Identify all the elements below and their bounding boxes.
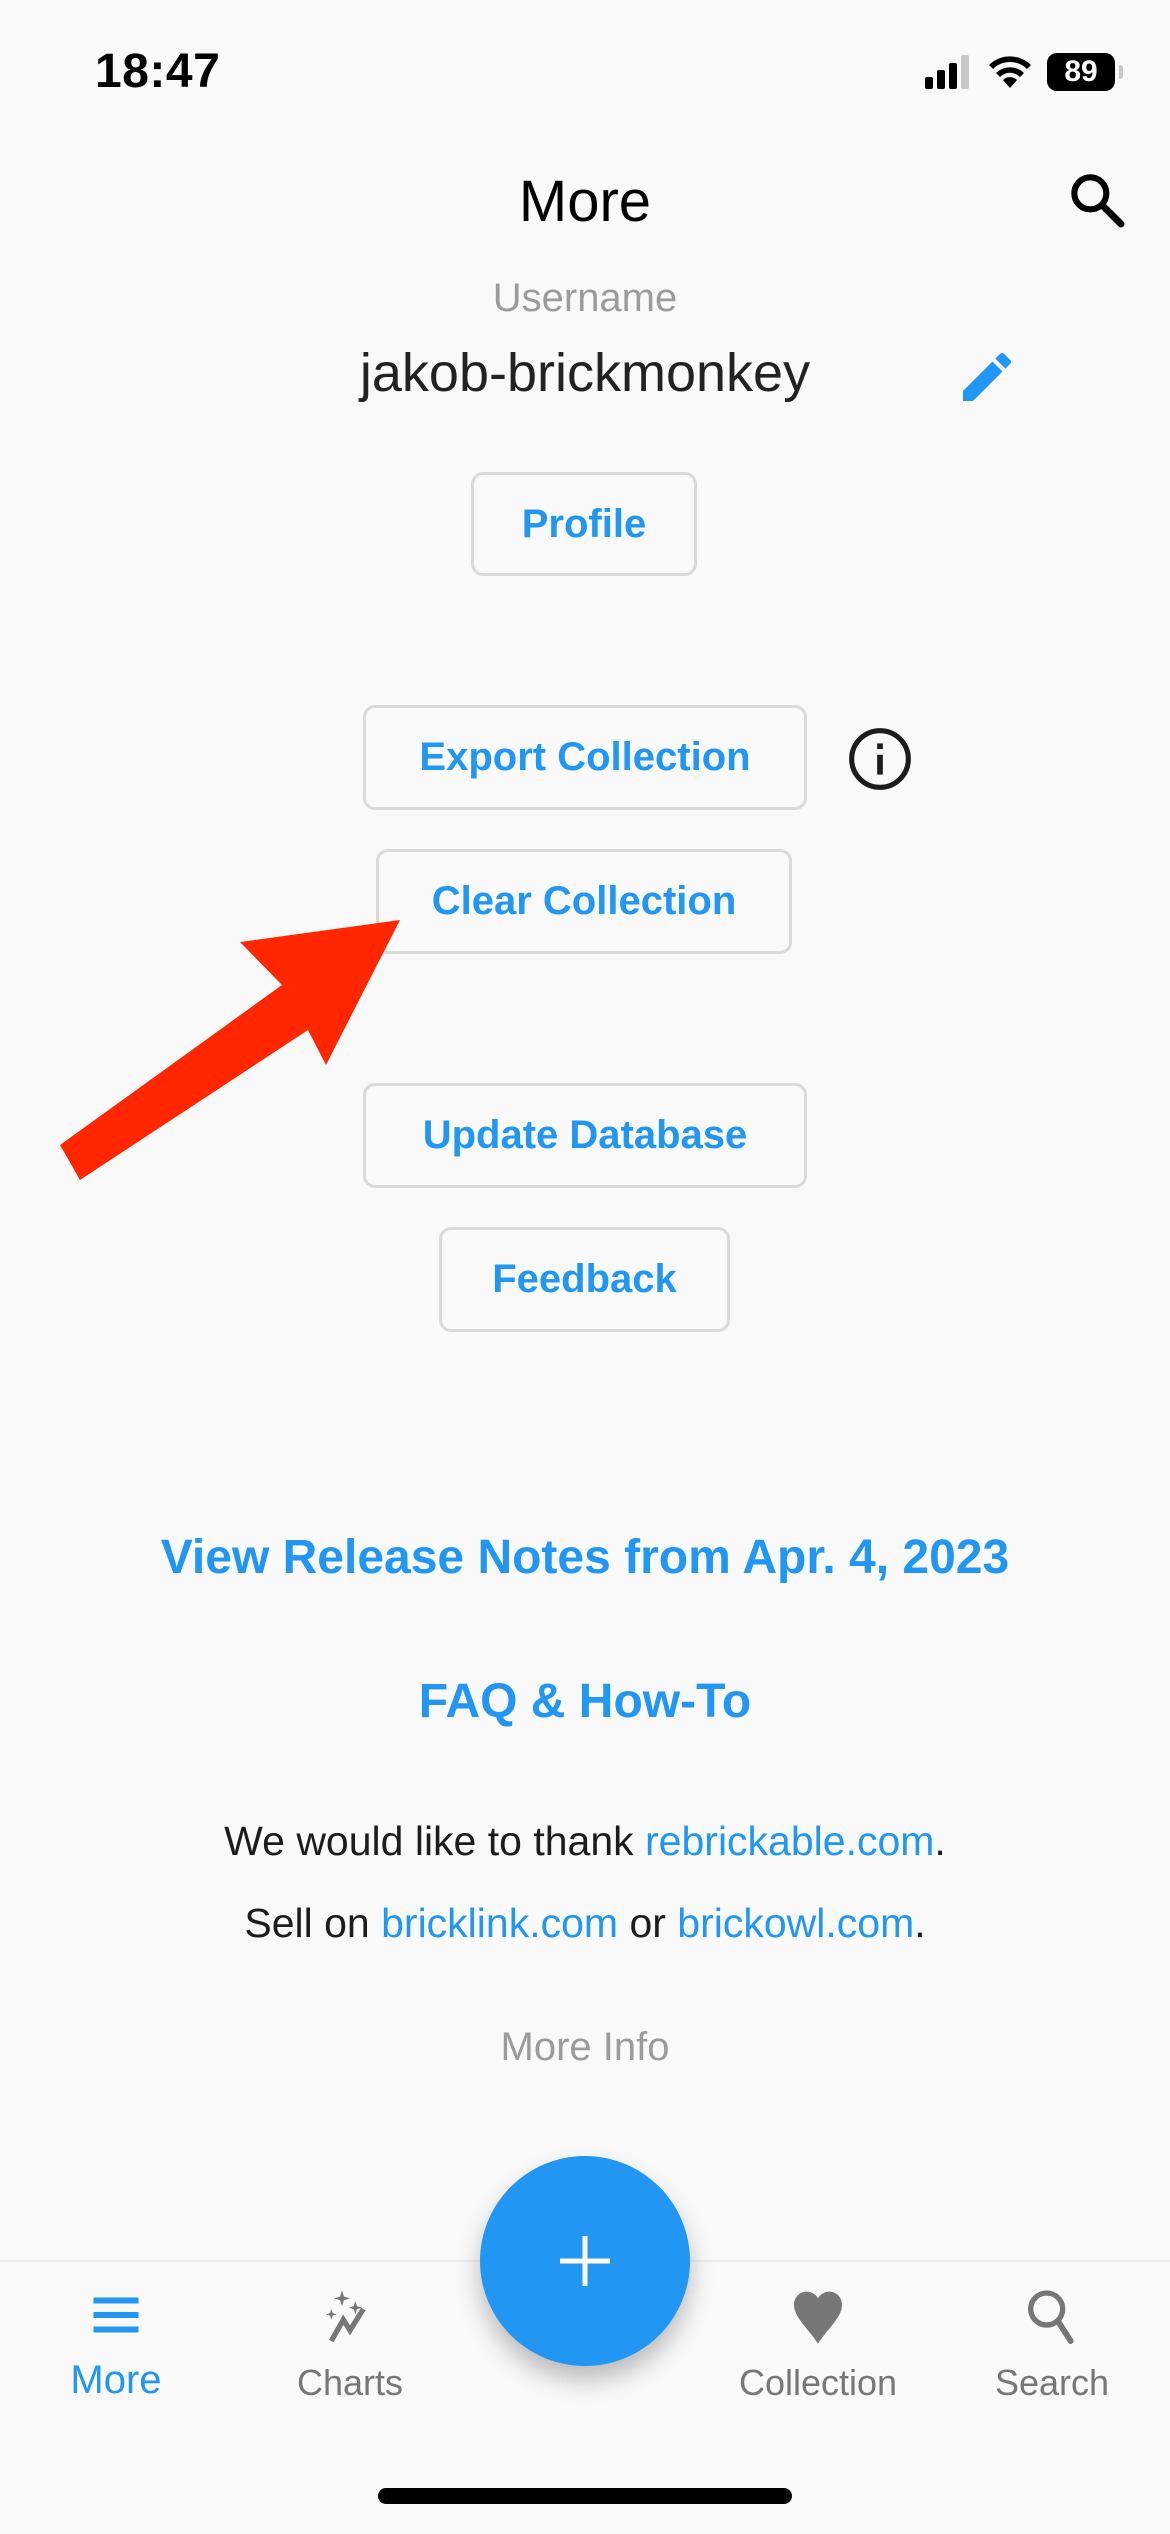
brickowl-link[interactable]: brickowl.com (677, 1900, 914, 1946)
info-icon (849, 728, 911, 790)
page-title: More (518, 169, 652, 234)
search-icon (1071, 174, 1125, 228)
faq-link[interactable]: FAQ & How-To (0, 1674, 1170, 1729)
edit-username-button[interactable] (955, 345, 1019, 409)
status-time: 18:47 (95, 45, 221, 98)
home-indicator[interactable] (378, 2488, 792, 2504)
annotation-arrow-icon (60, 920, 400, 1180)
update-database-button[interactable]: Update Database (363, 1083, 807, 1188)
battery-icon: 89 (1047, 53, 1123, 91)
profile-button[interactable]: Profile (471, 472, 697, 576)
more-info-link[interactable]: More Info (0, 2025, 1170, 2070)
export-info-button[interactable] (846, 725, 914, 793)
signal-icon (925, 55, 969, 89)
thanks-text: We would like to thank rebrickable.com. (0, 1818, 1170, 1865)
wifi-icon (989, 56, 1031, 88)
search-icon (1028, 2290, 1074, 2344)
release-notes-link[interactable]: View Release Notes from Apr. 4, 2023 (0, 1530, 1170, 1585)
nav-label-more: More (70, 2358, 162, 2402)
rebrickable-link[interactable]: rebrickable.com (645, 1818, 934, 1864)
nav-item-collection[interactable]: Collection (718, 2285, 918, 2404)
pencil-icon (963, 352, 1012, 401)
sell-prefix: Sell on (244, 1900, 382, 1946)
nav-item-charts[interactable]: Charts (250, 2285, 450, 2404)
nav-item-search[interactable]: Search (952, 2285, 1152, 2404)
search-button[interactable] (1065, 168, 1129, 232)
charts-sparkle-icon (326, 2290, 366, 2343)
export-collection-button[interactable]: Export Collection (363, 705, 807, 810)
clear-collection-button[interactable]: Clear Collection (376, 849, 792, 954)
sell-suffix: . (914, 1900, 926, 1946)
sell-text: Sell on bricklink.com or brickowl.com. (0, 1900, 1170, 1947)
thanks-suffix: . (934, 1818, 946, 1864)
battery-level: 89 (1064, 55, 1098, 88)
nav-item-more[interactable]: More (16, 2285, 216, 2403)
username-label: Username (492, 276, 678, 320)
nav-label-charts: Charts (296, 2362, 404, 2403)
thanks-prefix: We would like to thank (224, 1818, 646, 1864)
menu-icon (93, 2297, 139, 2333)
sell-mid: or (618, 1900, 678, 1946)
add-button[interactable] (480, 2156, 690, 2366)
status-icons: 89 (925, 52, 1123, 92)
feedback-button[interactable]: Feedback (439, 1227, 730, 1332)
nav-label-collection: Collection (738, 2362, 898, 2403)
heart-icon (794, 2291, 842, 2344)
nav-label-search: Search (994, 2362, 1110, 2403)
plus-icon (560, 2236, 610, 2286)
bricklink-link[interactable]: bricklink.com (381, 1900, 618, 1946)
